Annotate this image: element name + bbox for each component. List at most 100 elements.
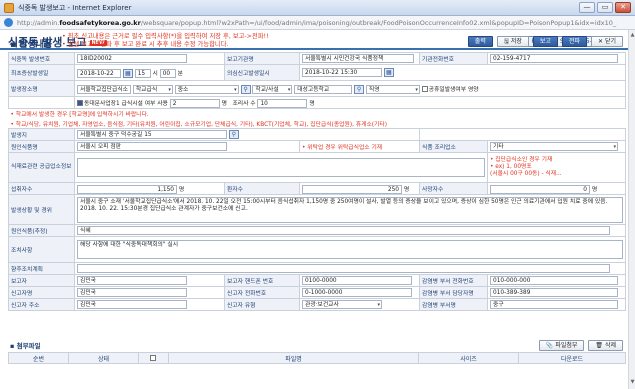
agency-field[interactable]: 서울특별시 시민건강국 식품정책 [302,54,414,63]
first-date-field[interactable]: 2018-10-22 [77,68,121,78]
maximize-button[interactable]: ▭ [597,2,613,13]
patient-field[interactable]: 1,150 [77,184,177,194]
attach-file-button[interactable]: 📎 파일첨부 [538,340,585,351]
summary-label: 발생상황 및 경위 [8,194,75,225]
delete-file-label: 삭제 [604,342,616,349]
delete-file-button[interactable]: 🗑 삭제 [588,340,623,351]
toolbar: 출력 🖫 저장 보고 전파 ✕ 닫기 [467,36,623,47]
reporter-name-field[interactable]: 김민국 [77,276,187,285]
minimize-button[interactable]: — [579,2,595,13]
place-dong-field[interactable]: 대성고등학교 [294,84,353,94]
paperclip-icon: 📎 [545,342,554,349]
close-window-button[interactable]: ✕ [615,2,631,13]
report-no-field[interactable]: 18ID20002 [77,54,187,63]
cook-unit: 명 [309,100,315,107]
place-mode-select[interactable]: 직영 [365,84,420,94]
caller-field[interactable]: 김민국 [77,288,187,297]
summary-textarea[interactable]: 서울시 중구 소재 '서울학교집단급식소'에서 2018. 10. 22일 오전… [77,196,623,223]
supply-label: 식재료관련 공급업소정보 [8,152,75,183]
dept-head-field[interactable]: 중구 [490,300,618,309]
agency-phone-label: 기관전화번호 [419,52,488,65]
calendar-icon[interactable]: ▦ [383,68,394,77]
sick-field[interactable]: 250 [302,184,402,194]
agency-phone-field[interactable]: 02-159-4717 [490,54,618,63]
place-extra: 영양 [467,86,479,93]
caller-addr-field[interactable]: 김민국 [77,300,187,309]
place-label: 발생장소명 [8,80,75,97]
min-unit: 분 [177,70,183,77]
search-icon[interactable]: ⚲ [228,130,239,139]
select-all-checkbox[interactable] [150,355,156,361]
scrollbar[interactable]: ▲ ▼ [628,30,635,389]
url-prefix: http://admin. [17,18,60,27]
dept-chief-field[interactable]: 010-389-389 [490,288,618,297]
report-form: 식중독 발생번호 18ID20002 보고기관명 서울특별시 시민건강국 식품정… [8,52,626,311]
place-name-field[interactable]: 서울학교집단급식소 [77,84,131,94]
sick-unit: 명 [403,186,410,193]
caller-type-label: 신고자 유형 [224,298,300,311]
url-host: foodsafetykorea.go.kr [59,18,141,27]
caller-label: 신고자명 [8,286,75,299]
save-button[interactable]: 🖫 저장 [496,36,529,47]
multi-facility-checkbox[interactable] [77,100,83,106]
report-time-label: 의심신고발생일시 [224,64,300,81]
public-holiday-checkbox[interactable] [421,86,428,92]
cause-label: 원인식품(추정) [8,224,75,237]
sick-label: 환자수 [224,182,300,195]
supply-textarea[interactable] [77,158,485,177]
reporter-phone-label: 보고자 핸드폰 번호 [224,274,300,287]
place-school-select[interactable]: 학교/사설 [252,84,293,94]
dept-phone-field[interactable]: 010-000-000 [490,276,618,285]
report-time-field[interactable]: 2018-10-22 15:30 [302,68,382,77]
cause-food-label: 원인식품명 [8,140,75,153]
cause-food-field[interactable]: 서울시 오피 점판 [77,142,227,151]
url-path: /websquare/popup.html?w2xPath=/ui/food/a… [140,18,617,27]
scroll-up-icon[interactable]: ▲ [630,32,635,40]
col-header-download: 다운로드 [518,352,626,364]
place-type-select[interactable]: 학교급식 [132,84,173,94]
cook-count-field[interactable]: 10 [257,98,308,108]
note-1: • 학교에서 발생한 경우 [학교명]에 입력하시기 바랍니다. [10,112,149,119]
action-label: 조치사항 [8,236,75,263]
calendar-icon[interactable]: ▦ [122,68,133,78]
first-hour-field[interactable]: 15 [134,68,151,78]
patient-label: 섭취자수 [8,182,75,195]
close-button[interactable]: ✕ 닫기 [591,36,623,47]
multi-val-field[interactable]: 2 [169,98,220,108]
warning-line-1: • 최초 신고내용은 근거로 필수 입력사항(*)을 입력하여 저장 후, 보고… [62,33,269,40]
place-sub-select[interactable]: 중소 [174,84,239,94]
spread-button[interactable]: 전파 [561,36,588,47]
cook-place-select[interactable]: 기타 [490,142,618,151]
death-field[interactable]: 0 [490,184,590,194]
attach-section-label: ▪ 첨부파일 [10,342,41,350]
dept-phone-label: 감염병 부서 전화번호 [419,274,488,287]
death-label: 사망자수 [419,182,488,195]
right-note-1: • 집단급식소인 경우 기재 [490,157,553,163]
search-icon[interactable]: ⚲ [240,84,251,94]
cause-note: • 위탁업 경우 위탁급식업소 기재 [302,145,383,151]
col-header-filename: 파일명 [168,352,419,364]
future-label: 향후조치계획 [8,262,75,275]
multi-facility-label: 동대문사업장1 급식시설 여부 사용 [84,100,168,107]
ie-icon [4,18,13,27]
location-field[interactable]: 서울특별시 중구 덕수궁길 15 [77,130,227,139]
caller-type-select[interactable]: 관광·보건교사 [302,300,382,309]
first-min-field[interactable]: 00 [159,68,176,78]
print-button[interactable]: 출력 [467,36,493,47]
report-button[interactable]: 보고 [532,36,558,47]
right-note-3: (서울시 00구 00동) - 식재... [490,171,562,177]
address-bar[interactable]: http://admin.foodsafetykorea.go.kr/websq… [0,16,635,30]
cause-field[interactable]: 식혜 [77,226,610,235]
reporter-phone-field[interactable]: 0100-0000 [302,276,412,285]
report-no-label: 식중독 발생번호 [8,52,75,65]
future-field[interactable] [77,264,610,273]
caller-addr-label: 신고자 주소 [8,298,75,311]
col-header-status: 상태 [68,352,139,364]
search-icon[interactable]: ⚲ [354,84,365,94]
action-textarea[interactable]: 해당 사항에 대한 "식중독대책회의" 실시 [77,240,623,259]
scroll-down-icon[interactable]: ▼ [630,379,635,387]
url-text[interactable]: http://admin.foodsafetykorea.go.kr/websq… [17,19,617,27]
caller-phone-field[interactable]: 0-1000-0000 [302,288,412,297]
public-holiday-label: 공휴일발생여부 [428,86,467,93]
warning-line-2: • 발생 보고->전파 후 보고 완료 시 추후 내용 수정 가능합니다. [62,41,229,48]
